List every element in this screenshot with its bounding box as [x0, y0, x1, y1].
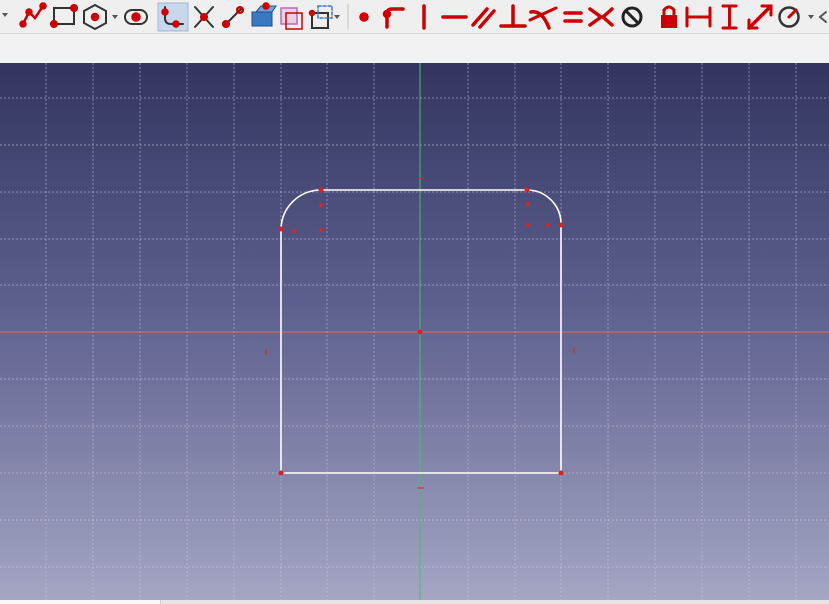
constrain-lock-icon[interactable] [661, 5, 677, 28]
trim-icon[interactable] [194, 6, 214, 28]
fillet-icon[interactable] [157, 2, 189, 32]
constrain-coincident-icon[interactable] [359, 12, 369, 22]
constrain-tangent-icon[interactable] [528, 6, 558, 30]
toolbar-overflow-icon[interactable] [818, 11, 827, 23]
carbon-copy-icon[interactable] [280, 7, 303, 30]
slot-icon[interactable] [124, 9, 148, 25]
toolbar-icons [2, 2, 827, 32]
external-geometry-icon[interactable] [251, 2, 277, 27]
constrain-symmetric-icon[interactable] [588, 7, 614, 27]
constrain-distance-icon[interactable] [747, 4, 773, 30]
vertex-point [558, 222, 564, 228]
vertex-point [278, 470, 284, 476]
constrain-vertical-distance-icon[interactable] [721, 4, 738, 30]
constrain-radius-icon[interactable] [778, 6, 815, 28]
secondary-toolbar [0, 34, 829, 64]
constrain-horizontal-distance-icon[interactable] [685, 6, 712, 28]
origin-point [417, 329, 423, 335]
construction-mode-icon[interactable] [308, 5, 333, 29]
overflow-arrow-icon[interactable] [2, 13, 8, 17]
extend-icon[interactable] [221, 5, 245, 29]
regular-polygon-icon[interactable] [83, 3, 118, 31]
vertex-point [558, 470, 564, 476]
vertex-point [524, 187, 530, 193]
status-tab [0, 600, 161, 604]
constrain-perpendicular-icon[interactable] [499, 4, 527, 28]
status-bar [0, 600, 829, 604]
vertex-point [278, 226, 284, 232]
sketch-canvas[interactable] [0, 63, 829, 600]
polyline-icon[interactable] [19, 2, 47, 28]
constrain-parallel-icon[interactable] [471, 7, 496, 29]
constrain-block-icon[interactable] [621, 6, 643, 28]
constrain-point-on-object-icon[interactable] [382, 7, 405, 29]
3d-viewport[interactable] [0, 63, 829, 600]
vertex-point [318, 187, 324, 193]
sketcher-toolbar [0, 0, 829, 34]
constrain-equal-icon[interactable] [563, 11, 583, 23]
rectangle-icon[interactable] [49, 3, 79, 29]
